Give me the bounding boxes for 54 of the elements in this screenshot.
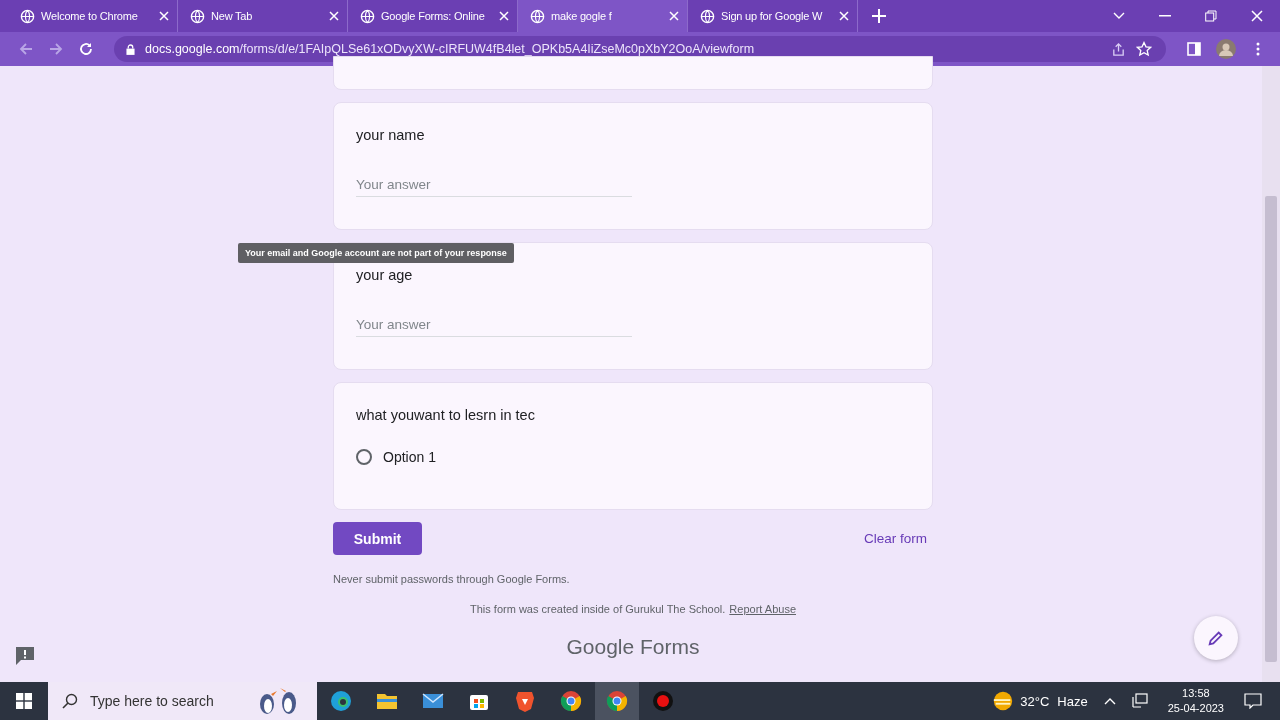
feedback-icon[interactable] — [15, 646, 35, 666]
close-icon[interactable] — [669, 11, 679, 21]
clock-time: 13:58 — [1182, 686, 1210, 701]
share-icon[interactable] — [1111, 41, 1126, 57]
chevron-down-icon[interactable] — [1113, 12, 1125, 20]
answer-field[interactable]: Your answer — [356, 313, 632, 337]
new-tab-icon[interactable] — [872, 9, 886, 23]
submit-button[interactable]: Submit — [333, 522, 422, 555]
search-icon — [62, 693, 78, 709]
option-label: Option 1 — [383, 449, 436, 465]
globe-icon — [190, 8, 205, 24]
chrome-icon[interactable] — [605, 689, 629, 713]
close-icon[interactable] — [1251, 10, 1263, 22]
taskbar-search-box[interactable]: Type here to search — [48, 682, 317, 720]
scrollbar[interactable] — [1262, 66, 1280, 682]
globe-icon — [20, 8, 35, 24]
edge-icon[interactable] — [329, 689, 353, 713]
browser-tab[interactable]: make gogle f — [518, 0, 688, 32]
star-icon[interactable] — [1136, 41, 1152, 57]
question-title: your age — [356, 267, 414, 283]
reload-icon[interactable] — [78, 41, 94, 57]
record-icon[interactable] — [651, 689, 675, 713]
google-forms-logo: Google Forms — [566, 635, 700, 659]
chrome-icon[interactable] — [559, 689, 583, 713]
footer-text: This form was created inside of Gurukul The School. — [470, 603, 726, 615]
globe-icon — [530, 8, 545, 24]
restore-icon[interactable] — [1205, 10, 1217, 22]
close-icon[interactable] — [159, 11, 169, 21]
answer-field[interactable]: Your answer — [356, 173, 632, 197]
edit-button[interactable] — [1194, 616, 1238, 660]
side-panel-icon[interactable] — [1186, 41, 1202, 57]
clock-date: 25-04-2023 — [1167, 701, 1224, 716]
password-notice: Never submit passwords through Google Forms. — [333, 573, 571, 585]
globe-icon — [700, 8, 715, 24]
radio-button[interactable] — [356, 449, 372, 465]
close-icon[interactable] — [499, 11, 509, 21]
windows-start-icon[interactable] — [16, 693, 32, 709]
close-icon[interactable] — [839, 11, 849, 21]
weather-text: Haze — [1057, 693, 1088, 709]
notification-icon[interactable] — [1244, 693, 1262, 709]
question-title: your name — [356, 127, 426, 143]
globe-icon — [360, 8, 375, 24]
temperature-text: 32°C — [1020, 693, 1050, 709]
avatar-icon[interactable] — [1216, 39, 1236, 59]
close-icon[interactable] — [329, 11, 339, 21]
report-abuse-link[interactable]: Report Abuse — [729, 603, 796, 615]
clear-form-button[interactable]: Clear form — [858, 525, 933, 552]
question-title: what youwant to lesrn in tec — [356, 407, 536, 423]
pencil-icon — [1207, 629, 1225, 647]
tooltip: Your email and Google account are not part of your response — [238, 243, 514, 263]
weather-icon — [992, 690, 1015, 712]
taskbar-search-field[interactable]: Type here to search — [88, 692, 237, 710]
lock-icon — [126, 43, 135, 55]
chevron-up-icon[interactable] — [1103, 697, 1116, 705]
